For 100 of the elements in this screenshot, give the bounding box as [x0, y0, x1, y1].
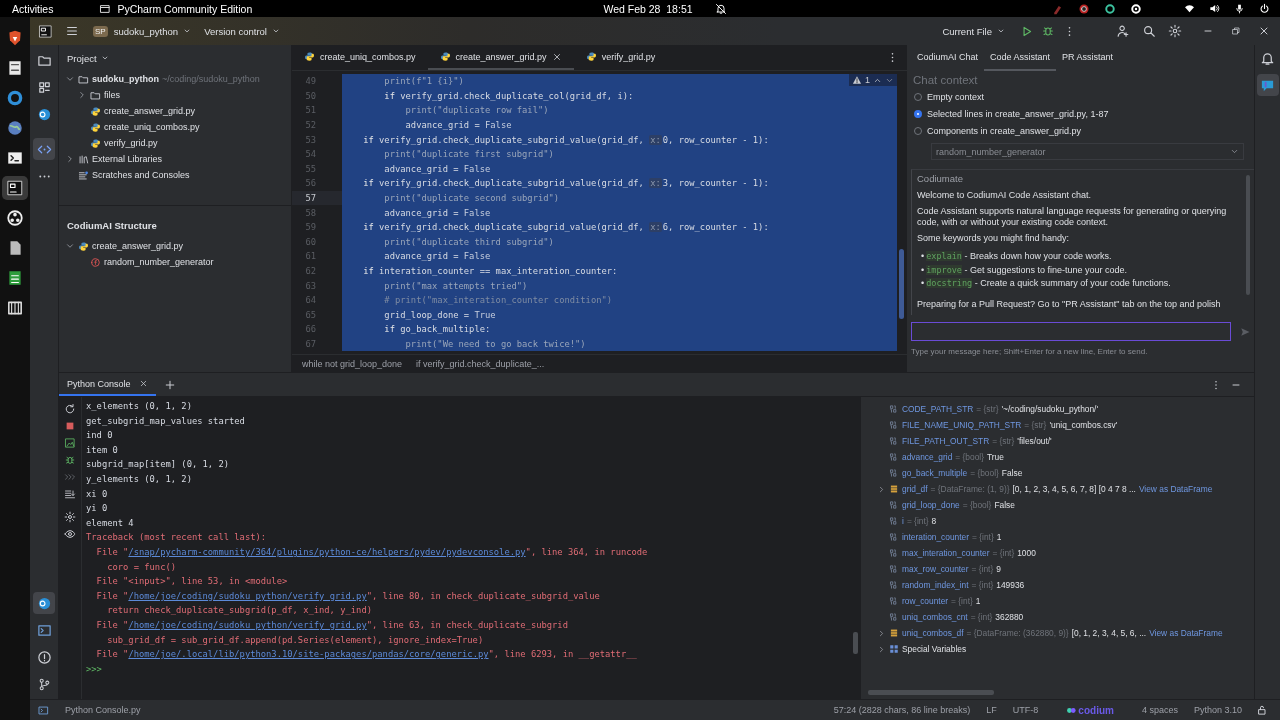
version-control-menu[interactable]: Version control [198, 22, 287, 40]
run-icon[interactable] [1020, 24, 1033, 38]
plus-icon[interactable] [163, 378, 176, 391]
file-link[interactable]: /home/joe/coding/sudoku_python/verify_grid.py [128, 619, 367, 630]
search-icon[interactable] [1142, 24, 1156, 38]
restore-icon[interactable] [1230, 25, 1242, 37]
tree-item[interactable]: verify_grid.py [104, 138, 158, 148]
power-icon[interactable] [1259, 3, 1270, 14]
library-icon [78, 153, 89, 165]
activities-button[interactable]: Activities [12, 2, 54, 15]
tree-item[interactable]: External Libraries [92, 154, 163, 164]
variable-value: 1000 [1017, 548, 1036, 558]
lock-icon[interactable] [1256, 704, 1268, 716]
settings-icon[interactable] [1168, 24, 1182, 38]
list-item: • docstring - Create a quick summary of your code functions. [921, 277, 1172, 290]
problems-indicator[interactable]: 1 [849, 74, 897, 86]
line-number: 60 [305, 236, 316, 247]
scrollbar-thumb[interactable] [1246, 175, 1250, 295]
disc-icon[interactable] [1078, 2, 1090, 15]
close-icon[interactable] [1258, 25, 1270, 37]
structure-icon[interactable] [36, 79, 52, 95]
status-file[interactable]: Python Console.py [65, 705, 141, 715]
folder-icon [90, 89, 101, 101]
ring-icon[interactable] [1104, 2, 1116, 15]
radio-button[interactable] [914, 92, 922, 101]
clock[interactable]: Wed Feb 28 18:51 [603, 2, 693, 15]
chevron-icon[interactable] [77, 90, 87, 100]
microphone-icon[interactable] [1234, 3, 1245, 14]
chat-tab[interactable]: Code Assistant [984, 45, 1057, 71]
add-user-icon[interactable] [1116, 24, 1130, 38]
scroll-end-icon[interactable] [64, 488, 76, 500]
settings-icon[interactable] [64, 511, 76, 523]
file-encoding[interactable]: UTF-8 [1012, 705, 1039, 715]
close-icon[interactable] [138, 379, 148, 388]
chat-tab[interactable]: PR Assistant [1056, 45, 1120, 71]
radio-label[interactable]: Components in create_answer_grid.py [927, 125, 1082, 136]
stop-icon[interactable] [64, 420, 76, 432]
view-link[interactable]: View as DataFrame [1138, 484, 1213, 494]
file-link[interactable]: /snap/pycharm-community/364/plugins/python-ce/helpers/pydev/pydevconsole.py [128, 546, 526, 557]
tree-item[interactable]: files [104, 90, 120, 100]
file-link[interactable]: /home/joe/.local/lib/python3.10/site-packages/pandas/core/generic.py [128, 649, 489, 660]
speaker-icon[interactable] [1209, 3, 1220, 14]
message-input[interactable] [911, 322, 1231, 341]
scrollbar-thumb[interactable] [868, 690, 994, 695]
indent-setting[interactable]: 4 spaces [1141, 705, 1178, 715]
info-icon[interactable] [36, 649, 52, 665]
ring-icon[interactable] [6, 89, 24, 107]
spreadsheet-icon[interactable] [6, 269, 24, 287]
chat-tab[interactable]: CodiumAI Chat [911, 45, 985, 71]
console-line: Traceback (most recent call last): [86, 531, 268, 545]
chevron-icon[interactable] [65, 154, 75, 164]
project-switcher[interactable]: SP sudoku_python [87, 22, 199, 40]
breadcrumb[interactable]: while not grid_loop_done [302, 358, 403, 369]
tree-item[interactable]: create_answer_grid.py [92, 241, 184, 251]
file-link[interactable]: /home/joe/coding/sudoku_python/verify_grid.py [128, 590, 367, 601]
panel-title[interactable]: Project [67, 52, 97, 64]
breadcrumb[interactable]: if verify_grid.check_duplicate_... [416, 358, 545, 369]
variable-name: FILE_PATH_OUT_STR [902, 436, 990, 446]
terminal-icon[interactable] [6, 149, 24, 167]
variable-type: = {DataFrame: (1, 9)} [930, 484, 1010, 494]
line-separator[interactable]: LF [986, 705, 997, 715]
browser-icon[interactable] [6, 29, 24, 47]
chevron-icon[interactable] [65, 241, 75, 251]
bug-icon[interactable] [64, 454, 76, 466]
editor-tab[interactable]: verify_grid.py [573, 45, 668, 70]
radio-label[interactable]: Selected lines in create_answer_grid.py, 1-87 [927, 108, 1109, 119]
image-icon[interactable] [64, 437, 76, 449]
scrollbar-thumb[interactable] [899, 249, 904, 319]
view-link[interactable]: View as DataFrame [1149, 628, 1223, 638]
close-icon[interactable] [551, 51, 562, 62]
tree-item[interactable]: random_number_generator [104, 257, 214, 267]
tree-item[interactable]: sudoku_python [92, 74, 159, 84]
app-name[interactable]: PyCharm Community Edition [117, 2, 253, 15]
tree-item[interactable]: create_uniq_combos.py [104, 122, 200, 132]
aperture-icon[interactable] [6, 209, 24, 227]
message-text: Preparing for a Pull Request? Go to "PR Assistant" tab on the top and polish [917, 298, 1222, 310]
scrollbar-thumb[interactable] [853, 632, 858, 654]
bug-icon[interactable] [1041, 24, 1055, 38]
cursor-position[interactable]: 57:24 (2828 chars, 86 line breaks) [833, 705, 971, 715]
tree-item[interactable]: Scratches and Consoles [92, 170, 190, 180]
eye-icon[interactable] [64, 528, 76, 540]
console-line: File "<input>", line 53, in <module> [95, 575, 289, 589]
rerun-icon[interactable] [64, 403, 76, 415]
chevron-icon[interactable] [65, 74, 75, 84]
bell-icon[interactable] [1260, 50, 1275, 66]
drawer-icon[interactable] [6, 59, 24, 77]
radio-button[interactable] [914, 126, 922, 135]
wifi-icon[interactable] [1184, 3, 1195, 14]
section-title: Chat context [913, 74, 979, 86]
editor-tab[interactable]: create_uniq_combos.py [292, 45, 428, 70]
run-configuration[interactable]: Current File [936, 22, 1012, 40]
radio-button[interactable] [914, 109, 922, 118]
tree-item[interactable]: create_answer_grid.py [104, 106, 196, 116]
menu-icon[interactable] [65, 24, 79, 38]
radio-label[interactable]: Empty context [927, 91, 985, 102]
globe-icon[interactable] [6, 119, 24, 137]
bell-off-icon[interactable] [714, 2, 727, 15]
interpreter[interactable]: Python 3.10 [1193, 705, 1242, 715]
variable-icon [889, 404, 899, 414]
path-hint: ~/coding/sudoku_python [162, 74, 260, 84]
